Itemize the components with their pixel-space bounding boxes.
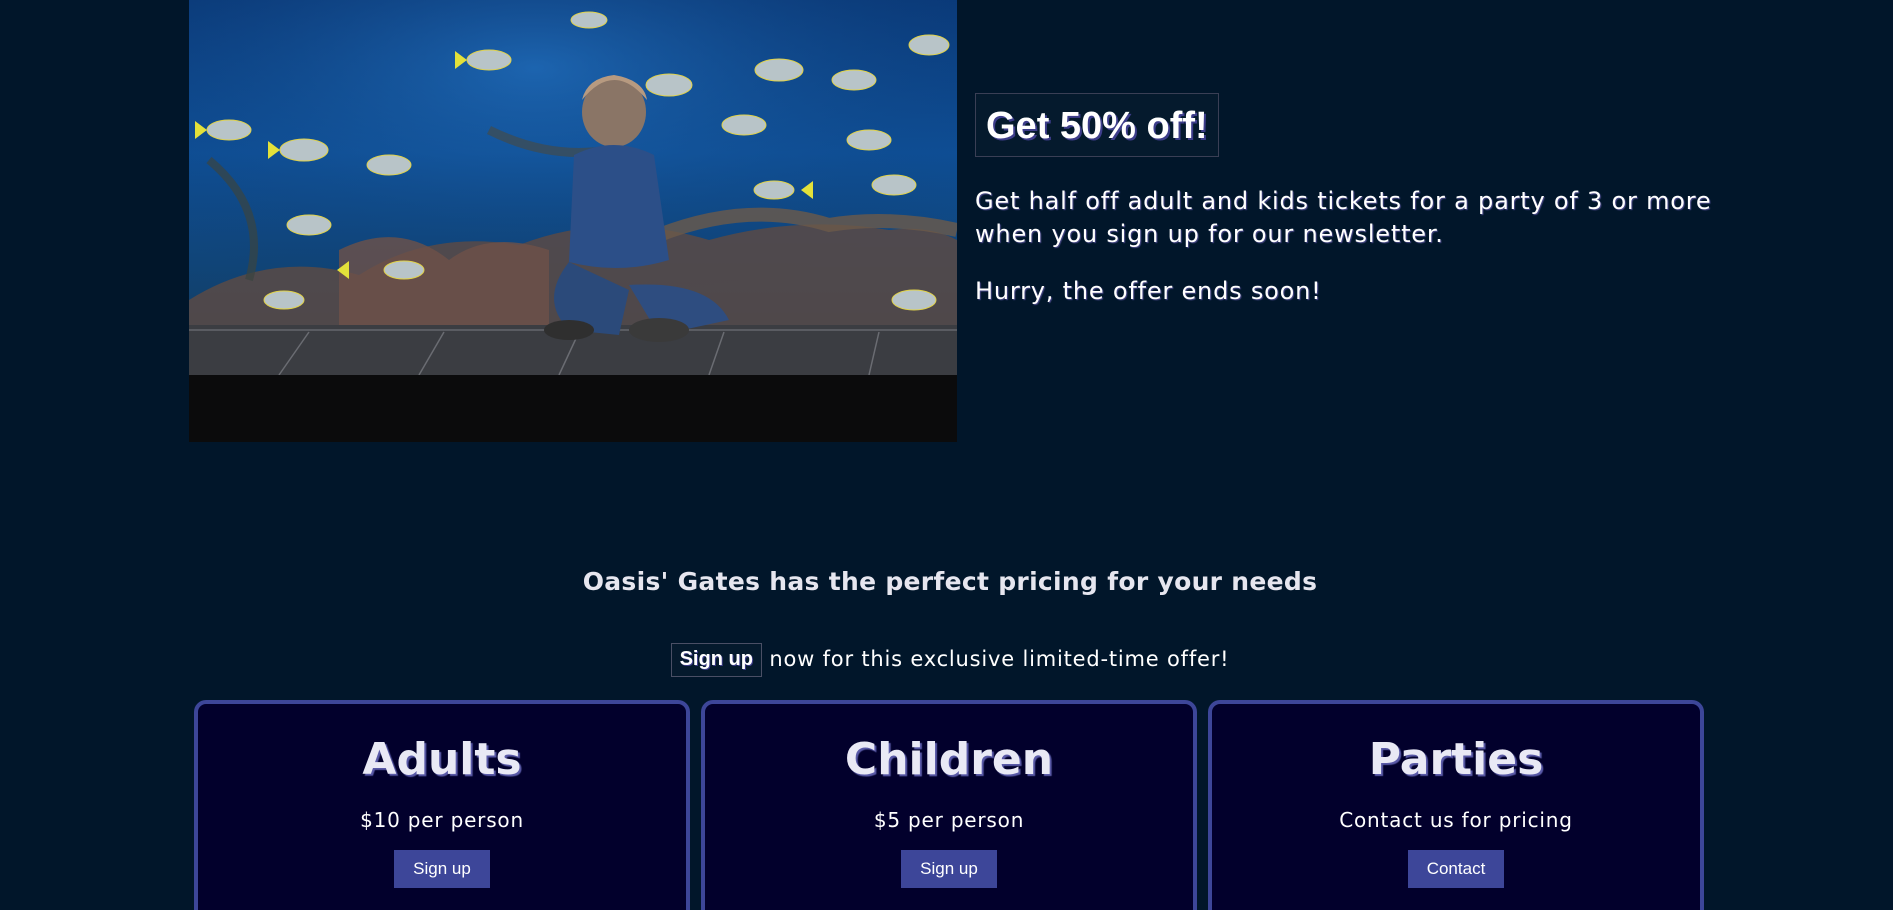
promo-text: Get 50% off! Get half off adult and kids…: [975, 93, 1735, 308]
pricing-title: Oasis' Gates has the perfect pricing for…: [582, 567, 1318, 596]
card-title: Adults: [362, 734, 522, 785]
pricing-card-children: Children $5 per person Sign up: [701, 700, 1197, 910]
promo-description: Get half off adult and kids tickets for …: [975, 187, 1712, 248]
signup-line: Sign up now for this exclusive limited-t…: [0, 643, 1893, 677]
card-title: Children: [844, 734, 1054, 785]
pricing-card-parties: Parties Contact us for pricing Contact: [1208, 700, 1704, 910]
signup-link[interactable]: Sign up: [670, 643, 762, 677]
signup-text: now for this exclusive limited-time offe…: [769, 647, 1230, 671]
promo-urgency: Hurry, the offer ends soon!: [975, 277, 1322, 305]
adults-signup-button[interactable]: Sign up: [394, 850, 490, 888]
pricing-cards: Adults $10 per person Sign up Children $…: [194, 700, 1708, 910]
promo-heading: Get 50% off!: [975, 93, 1219, 157]
pricing-card-adults: Adults $10 per person Sign up: [194, 700, 690, 910]
parties-contact-button[interactable]: Contact: [1407, 850, 1505, 888]
card-price: $10 per person: [360, 808, 524, 832]
children-signup-button[interactable]: Sign up: [901, 850, 997, 888]
card-price: $5 per person: [873, 808, 1025, 832]
card-price: Contact us for pricing: [1339, 808, 1573, 832]
card-title: Parties: [1368, 734, 1544, 785]
page: Get 50% off! Get half off adult and kids…: [0, 0, 1893, 910]
aquarium-photo: [189, 0, 957, 442]
